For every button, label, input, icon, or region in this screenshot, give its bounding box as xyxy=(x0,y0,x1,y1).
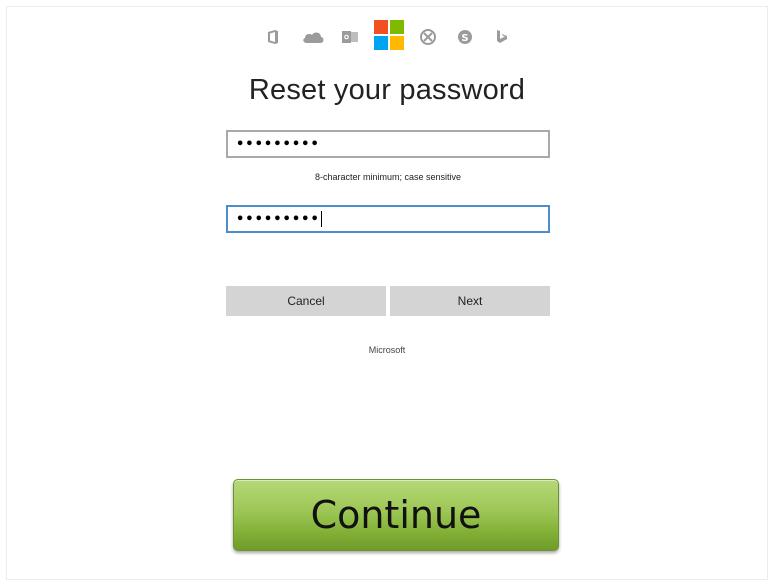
onedrive-icon xyxy=(298,22,328,52)
password-hint: 8-character minimum; case sensitive xyxy=(314,172,462,182)
new-password-field[interactable]: ••••••••• xyxy=(226,130,550,158)
svg-text:S: S xyxy=(461,33,468,44)
cancel-button[interactable]: Cancel xyxy=(226,286,386,316)
next-button[interactable]: Next xyxy=(390,286,550,316)
outlook-icon xyxy=(335,22,365,52)
skype-icon: S xyxy=(450,22,480,52)
bing-icon xyxy=(487,22,517,52)
microsoft-logo-icon xyxy=(374,20,404,50)
new-password-value: ••••••••• xyxy=(236,136,320,152)
page: S Reset your password ••••••••• 8-charac… xyxy=(0,0,774,586)
continue-button[interactable]: Continue xyxy=(233,479,559,551)
footer-brand: Microsoft xyxy=(368,345,406,355)
text-caret xyxy=(320,211,322,227)
confirm-password-value: ••••••••• xyxy=(236,211,320,227)
product-icon-row: S xyxy=(0,20,774,52)
xbox-icon xyxy=(413,22,443,52)
page-title: Reset your password xyxy=(248,74,526,106)
office-icon xyxy=(258,22,288,52)
confirm-password-field[interactable]: ••••••••• xyxy=(226,205,550,233)
